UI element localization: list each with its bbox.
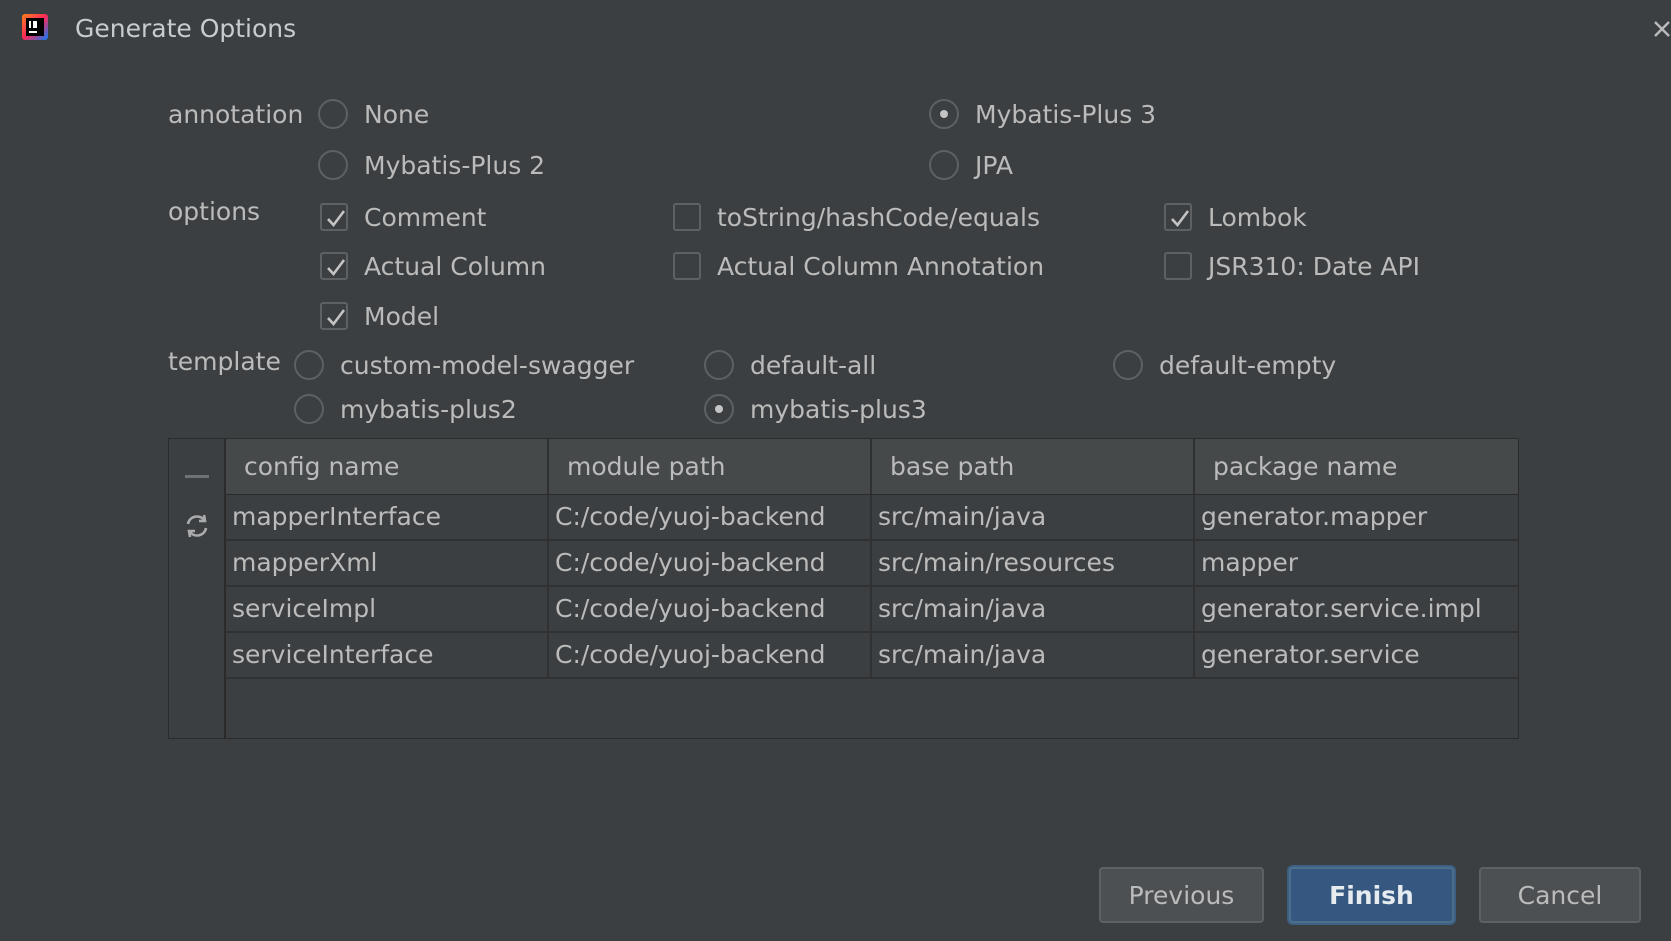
title-bar: Generate Options [0,0,1671,58]
radio-circle-selected[interactable] [929,99,959,129]
annotation-radio-none[interactable]: None [318,94,429,134]
option-label: JSR310: Date API [1208,251,1420,281]
close-icon[interactable] [1648,10,1671,46]
radio-circle[interactable] [294,394,324,424]
template-option-label: mybatis-plus2 [340,394,517,424]
column-header-base-path[interactable]: base path [872,439,1195,494]
checkbox-checked[interactable] [320,252,348,280]
checkbox-unchecked[interactable] [1164,252,1192,280]
annotation-option-label: Mybatis-Plus 3 [975,99,1157,129]
table-cell[interactable]: src/main/java [872,633,1195,677]
checkbox-unchecked[interactable] [673,252,701,280]
annotation-radio-jpa[interactable]: JPA [929,145,1013,185]
template-label: template [168,347,281,376]
config-table: config name module path base path packag… [168,438,1519,739]
option-model-checkbox[interactable]: Model [320,296,439,336]
table-row[interactable]: serviceImpl C:/code/yuoj-backend src/mai… [226,587,1518,633]
table-cell[interactable]: C:/code/yuoj-backend [549,495,872,539]
refresh-icon[interactable] [182,511,212,541]
option-comment-checkbox[interactable]: Comment [320,197,487,237]
option-actual-column-checkbox[interactable]: Actual Column [320,246,546,286]
radio-circle[interactable] [318,150,348,180]
table-cell[interactable]: generator.service [1195,633,1518,677]
radio-circle-selected[interactable] [704,394,734,424]
radio-circle[interactable] [1113,350,1143,380]
template-radio-mybatis-plus2[interactable]: mybatis-plus2 [294,389,517,429]
template-option-label: custom-model-swagger [340,350,635,380]
table-row[interactable]: mapperInterface C:/code/yuoj-backend src… [226,495,1518,541]
annotation-radio-mybatis-plus-2[interactable]: Mybatis-Plus 2 [318,145,545,185]
option-tostring-checkbox[interactable]: toString/hashCode/equals [673,197,1040,237]
checkbox-checked[interactable] [320,302,348,330]
annotation-option-label: None [364,99,430,129]
intellij-app-icon [22,14,48,40]
table-cell[interactable]: C:/code/yuoj-backend [549,541,872,585]
option-label: Lombok [1208,202,1307,232]
dialog-title: Generate Options [75,14,297,43]
checkbox-checked[interactable] [320,203,348,231]
minus-icon[interactable] [185,466,209,478]
table-cell[interactable]: serviceInterface [226,633,549,677]
column-header-config-name[interactable]: config name [226,439,549,494]
annotation-option-label: JPA [975,150,1013,180]
table-row[interactable]: serviceInterface C:/code/yuoj-backend sr… [226,633,1518,679]
option-label: Comment [364,202,487,232]
table-header: config name module path base path packag… [226,439,1518,495]
option-actual-column-annotation-checkbox[interactable]: Actual Column Annotation [673,246,1044,286]
template-radio-default-all[interactable]: default-all [704,345,876,385]
template-radio-mybatis-plus3[interactable]: mybatis-plus3 [704,389,927,429]
annotation-option-label: Mybatis-Plus 2 [364,150,546,180]
radio-circle[interactable] [294,350,324,380]
template-option-label: default-all [750,350,877,380]
table-cell[interactable]: C:/code/yuoj-backend [549,587,872,631]
table-cell[interactable]: src/main/resources [872,541,1195,585]
option-lombok-checkbox[interactable]: Lombok [1164,197,1307,237]
template-option-label: mybatis-plus3 [750,394,927,424]
option-jsr310-checkbox[interactable]: JSR310: Date API [1164,246,1420,286]
annotation-radio-mybatis-plus-3[interactable]: Mybatis-Plus 3 [929,94,1156,134]
table-toolbar [169,439,226,738]
table-row[interactable]: mapperXml C:/code/yuoj-backend src/main/… [226,541,1518,587]
option-label: Actual Column Annotation [717,251,1045,281]
annotation-label: annotation [168,100,304,129]
finish-button[interactable]: Finish [1289,867,1454,923]
previous-button[interactable]: Previous [1099,867,1264,923]
radio-circle[interactable] [704,350,734,380]
table-cell[interactable]: mapperInterface [226,495,549,539]
table-cell[interactable]: src/main/java [872,495,1195,539]
option-label: Actual Column [364,251,547,281]
table-cell[interactable]: mapper [1195,541,1518,585]
option-label: toString/hashCode/equals [717,202,1040,232]
checkbox-unchecked[interactable] [673,203,701,231]
options-label: options [168,197,261,226]
column-header-module-path[interactable]: module path [549,439,872,494]
template-radio-default-empty[interactable]: default-empty [1113,345,1336,385]
template-radio-custom-model-swagger[interactable]: custom-model-swagger [294,345,634,385]
radio-circle[interactable] [318,99,348,129]
table-cell[interactable]: mapperXml [226,541,549,585]
table-grid: config name module path base path packag… [226,439,1518,679]
table-cell[interactable]: C:/code/yuoj-backend [549,633,872,677]
table-cell[interactable]: src/main/java [872,587,1195,631]
table-cell[interactable]: serviceImpl [226,587,549,631]
radio-circle[interactable] [929,150,959,180]
checkbox-checked[interactable] [1164,203,1192,231]
option-label: Model [364,301,440,331]
cancel-button[interactable]: Cancel [1479,867,1641,923]
table-cell[interactable]: generator.service.impl [1195,587,1518,631]
column-header-package-name[interactable]: package name [1195,439,1518,494]
template-option-label: default-empty [1159,350,1337,380]
table-cell[interactable]: generator.mapper [1195,495,1518,539]
